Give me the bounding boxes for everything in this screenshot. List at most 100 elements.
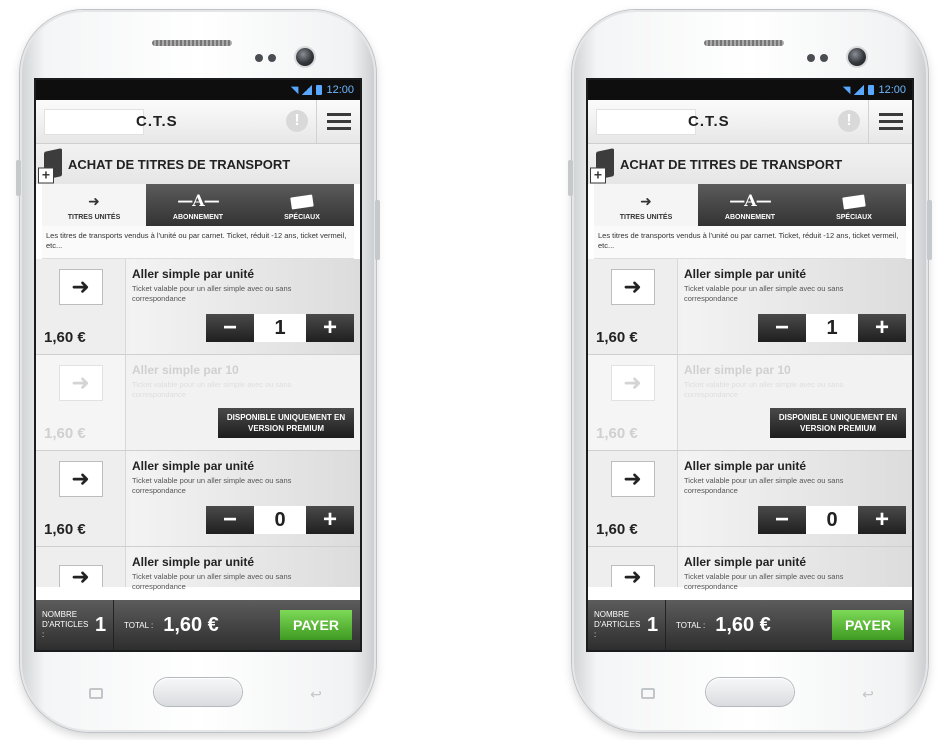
front-camera bbox=[296, 48, 314, 66]
ticket-price: 1,60 € bbox=[596, 329, 638, 346]
info-icon[interactable]: ! bbox=[838, 110, 860, 132]
section-header: ACHAT DE TITRES DE TRANSPORT bbox=[588, 144, 912, 184]
quantity-value: 1 bbox=[254, 314, 306, 342]
premium-only-button[interactable]: DISPONIBLE UNIQUEMENT EN VERSION PREMIUM bbox=[770, 408, 906, 438]
quantity-stepper: − 1 + bbox=[758, 314, 906, 342]
increment-button[interactable]: + bbox=[858, 314, 906, 342]
section-title: ACHAT DE TITRES DE TRANSPORT bbox=[68, 156, 291, 172]
power-button bbox=[375, 200, 380, 260]
phone-left: ◥ 12:00 C.T.S ! ACHAT DE TITRES DE TRANS… bbox=[16, 10, 380, 732]
ticket-item: ➜ 1,60 € Aller simple par unité Ticket v… bbox=[588, 451, 912, 547]
pay-button[interactable]: PAYER bbox=[832, 610, 904, 640]
tab-description: Les titres de transports vendus à l'unit… bbox=[42, 226, 354, 259]
ticket-name: Aller simple par unité bbox=[684, 267, 807, 281]
tab-abonnement[interactable]: —A— ABONNEMENT bbox=[698, 184, 802, 226]
status-time: 12:00 bbox=[326, 84, 354, 96]
hamburger-menu-icon[interactable] bbox=[868, 100, 912, 143]
arrow-icon: ➜ bbox=[58, 365, 103, 401]
ticket-add-icon bbox=[596, 148, 614, 180]
proximity-sensor bbox=[807, 54, 815, 62]
back-key-icon[interactable]: ↩ bbox=[858, 686, 878, 702]
decrement-button[interactable]: − bbox=[758, 506, 806, 534]
abonnement-icon: —A— bbox=[177, 191, 219, 210]
decrement-button[interactable]: − bbox=[206, 506, 254, 534]
app-title: C.T.S bbox=[136, 113, 178, 130]
ticket-detail: Ticket valable pour un aller simple avec… bbox=[684, 476, 844, 495]
ticket-item-disabled: ➜ 1,60 € Aller simple par 10 Ticket vala… bbox=[588, 355, 912, 451]
arrow-icon: ➜ bbox=[58, 564, 103, 589]
total-label: TOTAL : bbox=[124, 620, 154, 630]
ticket-price: 1,60 € bbox=[44, 425, 86, 442]
back-key-icon[interactable]: ↩ bbox=[306, 686, 326, 702]
signal-icon bbox=[302, 85, 313, 95]
increment-button[interactable]: + bbox=[858, 506, 906, 534]
proximity-sensor bbox=[255, 54, 263, 62]
decrement-button[interactable]: − bbox=[758, 314, 806, 342]
volume-button bbox=[568, 160, 573, 196]
ticket-price: 1,60 € bbox=[44, 329, 86, 346]
ticket-name: Aller simple par unité bbox=[132, 555, 255, 569]
tab-label: SPÉCIAUX bbox=[836, 214, 872, 221]
phone-screen: ◥ 12:00 C.T.S ! ACHAT DE TITRES DE TRANS… bbox=[588, 80, 912, 650]
tab-titres-unites[interactable]: ➜ TITRES UNITÉS bbox=[594, 184, 698, 226]
tab-speciaux[interactable]: SPÉCIAUX bbox=[802, 184, 906, 226]
quantity-value: 0 bbox=[806, 506, 858, 534]
card-icon bbox=[842, 194, 866, 210]
tab-label: SPÉCIAUX bbox=[284, 214, 320, 221]
ticket-item: ➜ Aller simple par unité Ticket valable … bbox=[36, 547, 360, 591]
menu-key-icon[interactable] bbox=[86, 686, 106, 702]
battery-icon bbox=[316, 85, 323, 95]
increment-button[interactable]: + bbox=[306, 314, 354, 342]
section-title: ACHAT DE TITRES DE TRANSPORT bbox=[620, 156, 843, 172]
card-icon bbox=[290, 194, 314, 210]
ticket-item: ➜ Aller simple par unité Ticket valable … bbox=[588, 547, 912, 591]
arrow-icon: ➜ bbox=[58, 269, 103, 305]
menu-key-icon[interactable] bbox=[638, 686, 658, 702]
quantity-value: 1 bbox=[806, 314, 858, 342]
decrement-button[interactable]: − bbox=[206, 314, 254, 342]
earpiece-speaker bbox=[704, 40, 784, 46]
ticket-price: 1,60 € bbox=[596, 521, 638, 538]
home-button[interactable] bbox=[706, 678, 794, 706]
tab-speciaux[interactable]: SPÉCIAUX bbox=[250, 184, 354, 226]
arrow-icon: ➜ bbox=[610, 461, 655, 497]
ticket-detail: Ticket valable pour un aller simple avec… bbox=[684, 380, 844, 399]
tab-abonnement[interactable]: —A— ABONNEMENT bbox=[146, 184, 250, 226]
article-count-label: NOMBRE D'ARTICLES : bbox=[594, 610, 641, 639]
ticket-detail: Ticket valable pour un aller simple avec… bbox=[132, 476, 292, 495]
ticket-price: 1,60 € bbox=[596, 425, 638, 442]
increment-button[interactable]: + bbox=[306, 506, 354, 534]
pay-button[interactable]: PAYER bbox=[280, 610, 352, 640]
tab-titres-unites[interactable]: ➜ TITRES UNITÉS bbox=[42, 184, 146, 226]
arrow-icon: ➜ bbox=[58, 461, 103, 497]
ticket-name: Aller simple par unité bbox=[132, 267, 255, 281]
premium-only-button[interactable]: DISPONIBLE UNIQUEMENT EN VERSION PREMIUM bbox=[218, 408, 354, 438]
status-bar: ◥ 12:00 bbox=[588, 80, 912, 100]
ticket-price: 1,60 € bbox=[44, 521, 86, 538]
tab-label: TITRES UNITÉS bbox=[67, 214, 121, 221]
battery-icon bbox=[868, 85, 875, 95]
arrow-icon: ➜ bbox=[610, 365, 655, 401]
home-button[interactable] bbox=[154, 678, 242, 706]
ticket-detail: Ticket valable pour un aller simple avec… bbox=[684, 284, 844, 303]
hamburger-menu-icon[interactable] bbox=[316, 100, 360, 143]
wifi-icon: ◥ bbox=[842, 84, 851, 96]
total-amount: 1,60 € bbox=[715, 613, 771, 636]
cart-footer: NOMBRE D'ARTICLES : 1 TOTAL : 1,60 € PAY… bbox=[588, 600, 912, 650]
abonnement-icon: —A— bbox=[729, 191, 771, 210]
light-sensor bbox=[268, 54, 276, 62]
ticket-name: Aller simple par unité bbox=[684, 555, 807, 569]
ticket-add-icon bbox=[44, 148, 62, 180]
info-icon[interactable]: ! bbox=[286, 110, 308, 132]
phone-screen: ◥ 12:00 C.T.S ! ACHAT DE TITRES DE TRANS… bbox=[36, 80, 360, 650]
ticket-item: ➜ 1,60 € Aller simple par unité Ticket v… bbox=[36, 259, 360, 355]
ticket-name: Aller simple par unité bbox=[684, 459, 807, 473]
tab-label: TITRES UNITÉS bbox=[619, 214, 673, 221]
ticket-item: ➜ 1,60 € Aller simple par unité Ticket v… bbox=[36, 451, 360, 547]
tab-bar: ➜ TITRES UNITÉS —A— ABONNEMENT SPÉCIAUX bbox=[42, 184, 354, 226]
section-header: ACHAT DE TITRES DE TRANSPORT bbox=[36, 144, 360, 184]
light-sensor bbox=[820, 54, 828, 62]
arrow-icon: ➜ bbox=[610, 564, 655, 589]
earpiece-speaker bbox=[152, 40, 232, 46]
volume-button bbox=[16, 160, 21, 196]
